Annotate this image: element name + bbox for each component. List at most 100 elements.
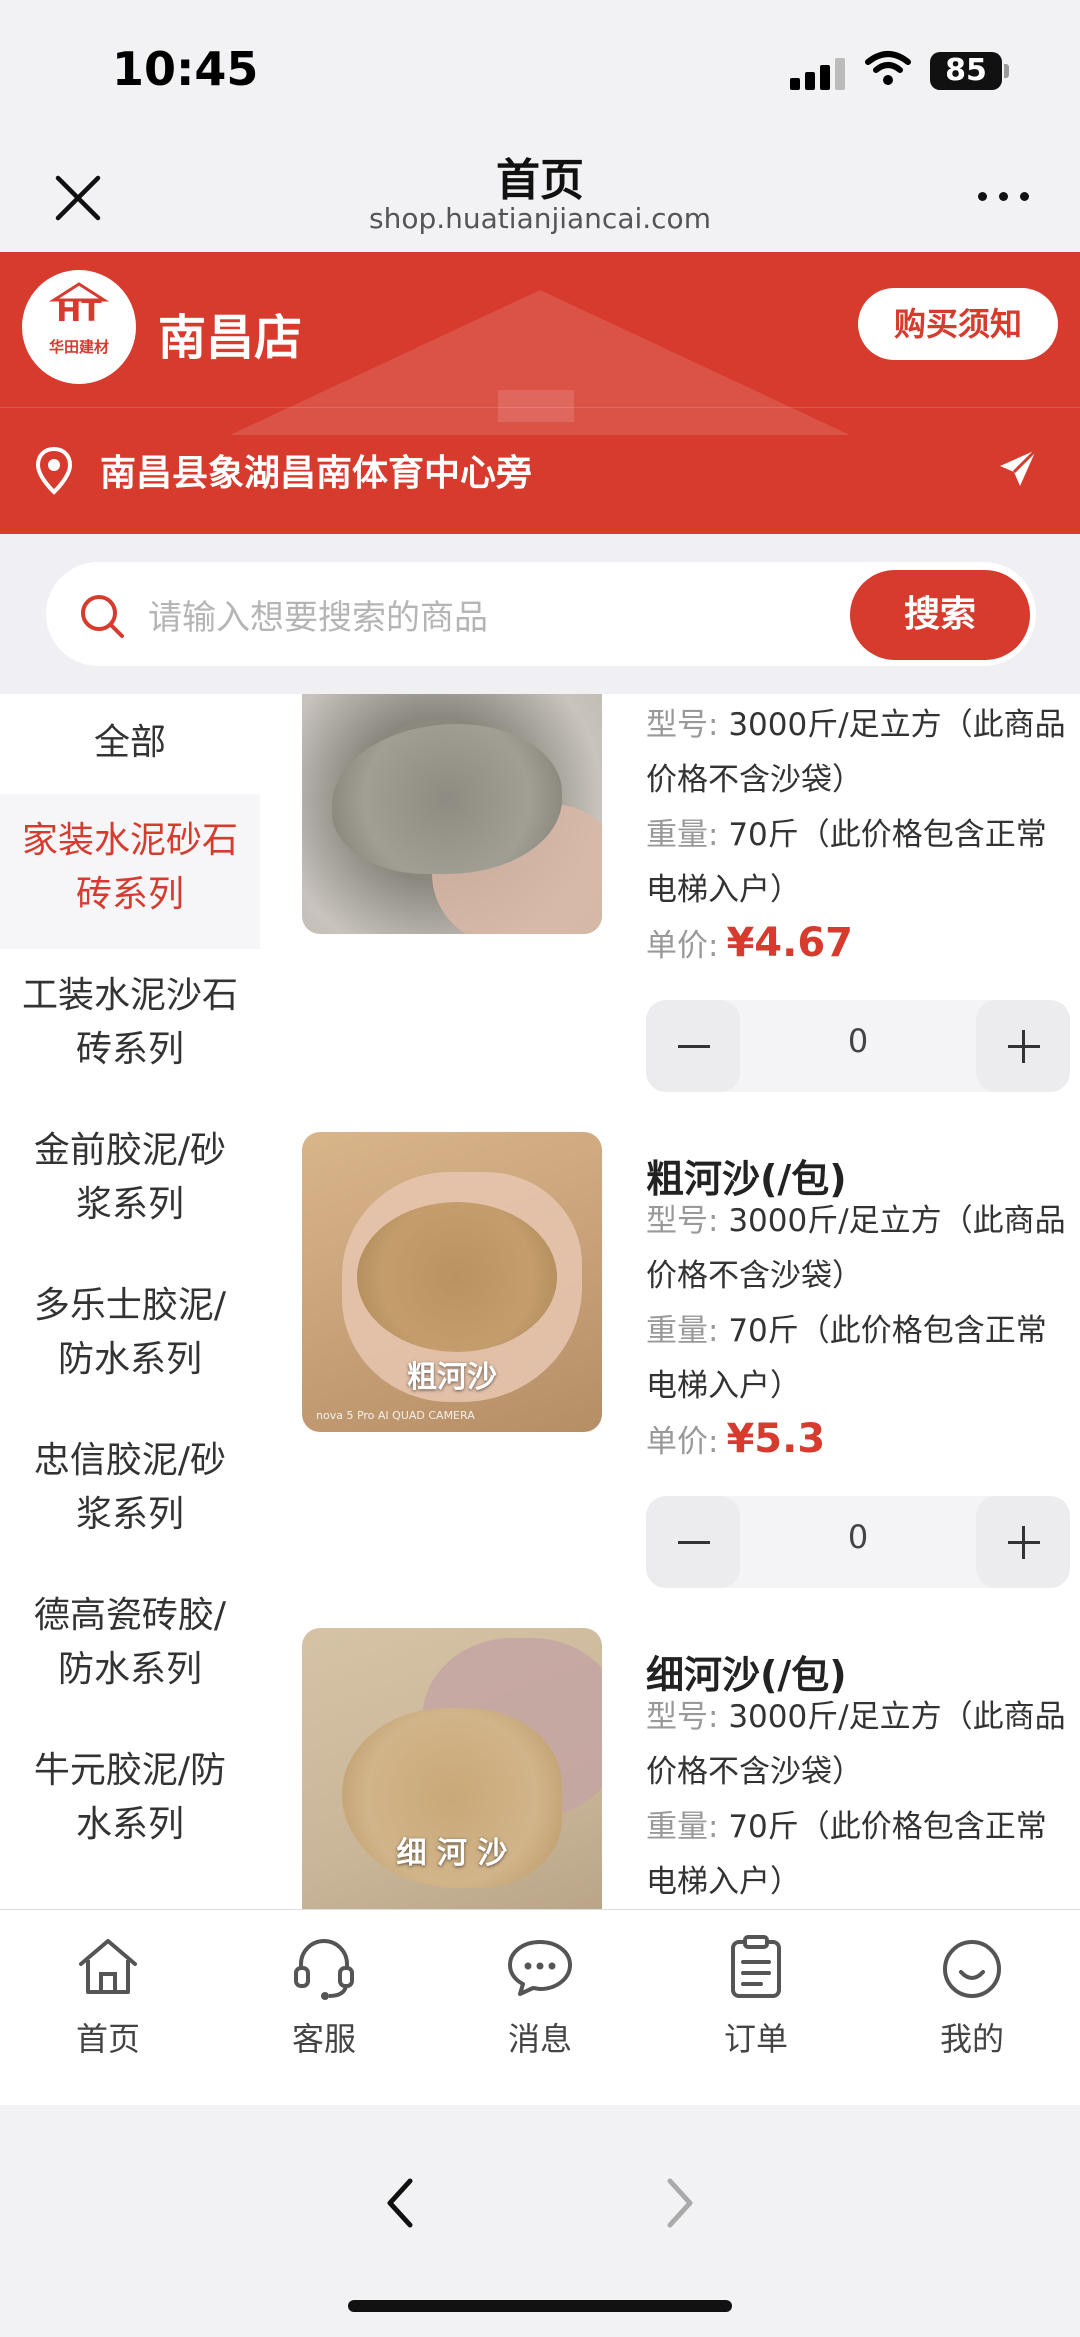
battery-icon: 85 (930, 52, 1002, 90)
increase-button[interactable] (976, 1496, 1070, 1588)
product-weight: 重量: 70斤（此价格包含正常电梯入户） (646, 808, 1066, 918)
home-indicator (348, 2300, 732, 2312)
tab-profile[interactable]: 我的 (892, 1932, 1052, 2060)
decrease-button[interactable] (646, 1000, 740, 1092)
home-icon (79, 1939, 137, 1994)
product-model: 型号: 3000斤/足立方（此商品价格不含沙袋） (646, 1194, 1066, 1304)
decrease-button[interactable] (646, 1496, 740, 1588)
product-image[interactable]: 粗河沙 nova 5 Pro AI QUAD CAMERA (302, 1132, 602, 1432)
status-time: 10:45 (112, 42, 259, 96)
product-price-row: 单价: ¥4.67 (646, 920, 853, 966)
model-key: 型号: (646, 1699, 719, 1735)
signal-icon (790, 56, 846, 90)
category-label: 金前胶泥/砂 (33, 1130, 227, 1171)
category-label: 水系列 (75, 1804, 184, 1845)
browser-nav-bar: 首页 shop.huatianjiancai.com (0, 140, 1080, 252)
category-item-niuyuan[interactable]: 牛元胶泥/防 水系列 (0, 1724, 260, 1879)
product-price-row: 单价: ¥5.3 (646, 1416, 825, 1462)
shop-header: HT 华田建材 南昌店 购买须知 南昌县象湖昌南体育中心旁 (0, 252, 1080, 534)
bottom-tab-bar: 首页 客服 消息 订单 我的 (0, 1909, 1080, 2105)
navigate-icon[interactable] (996, 446, 1040, 490)
more-options-icon[interactable] (974, 180, 1034, 210)
address-row[interactable]: 南昌县象湖昌南体育中心旁 (0, 407, 1080, 534)
category-label: 家装水泥砂石 (21, 820, 238, 861)
category-label: 浆系列 (75, 1494, 184, 1535)
headset-icon (294, 1939, 354, 2000)
category-label: 忠信胶泥/砂 (33, 1440, 227, 1481)
category-item-all[interactable]: 全部 (0, 694, 260, 794)
status-bar: 10:45 85 (0, 0, 1080, 140)
category-item-home-cement[interactable]: 家装水泥砂石 砖系列 (0, 794, 260, 949)
tab-label: 消息 (507, 2020, 572, 2058)
product-weight: 重量: 70斤（此价格包含正常电梯入户） (646, 1800, 1066, 1909)
location-pin-icon (35, 446, 73, 495)
search-icon (81, 595, 124, 638)
tab-messages[interactable]: 消息 (460, 1932, 620, 2060)
category-label: 多乐士胶泥/ (33, 1285, 227, 1326)
weight-key: 重量: (646, 817, 719, 853)
tab-home[interactable]: 首页 (28, 1932, 188, 2060)
search-input[interactable]: 请输入想要搜索的商品 (148, 590, 488, 639)
weight-key: 重量: (646, 1809, 719, 1845)
tab-customer-service[interactable]: 客服 (244, 1932, 404, 2060)
price-value: ¥5.3 (726, 1416, 826, 1462)
clipboard-icon (731, 1935, 781, 1998)
category-label: 砖系列 (75, 874, 184, 915)
image-caption: 粗河沙 (407, 1360, 497, 1395)
model-key: 型号: (646, 707, 719, 743)
price-value: ¥4.67 (726, 920, 853, 966)
main-content: 全部 家装水泥砂石 砖系列 工装水泥沙石 砖系列 金前胶泥/砂 浆系列 多乐士胶… (0, 694, 1080, 1909)
image-caption: 细 河 沙 (396, 1836, 508, 1871)
category-item-davco[interactable]: 德高瓷砖胶/ 防水系列 (0, 1569, 260, 1724)
forward-arrow-icon[interactable] (660, 2173, 700, 2233)
increase-button[interactable] (976, 1000, 1070, 1092)
tab-orders[interactable]: 订单 (676, 1932, 836, 2060)
product-image[interactable]: 细 河 沙 (302, 1628, 602, 1909)
category-label: 浆系列 (75, 1184, 184, 1225)
quantity-value[interactable]: 0 (740, 1518, 976, 1556)
category-label: 工装水泥沙石 (21, 975, 238, 1016)
product-image[interactable] (302, 694, 602, 934)
product-model: 型号: 3000斤/足立方（此商品价格不含沙袋） (646, 1690, 1066, 1800)
price-key: 单价: (646, 928, 719, 964)
category-label: 砖系列 (75, 1029, 184, 1070)
product-list: 型号: 3000斤/足立方（此商品价格不含沙袋） 重量: 70斤（此价格包含正常… (260, 694, 1080, 1909)
smile-icon (943, 1940, 1001, 1998)
shop-address: 南昌县象湖昌南体育中心旁 (100, 453, 533, 494)
back-arrow-icon[interactable] (380, 2173, 420, 2233)
category-label: 防水系列 (57, 1339, 202, 1380)
category-item-jinqian[interactable]: 金前胶泥/砂 浆系列 (0, 1104, 260, 1259)
category-sidebar: 全部 家装水泥砂石 砖系列 工装水泥沙石 砖系列 金前胶泥/砂 浆系列 多乐士胶… (0, 694, 260, 1909)
logo-text: HT (56, 294, 102, 329)
price-key: 单价: (646, 1424, 719, 1460)
purchase-notice-button[interactable]: 购买须知 (858, 288, 1058, 360)
tab-label: 首页 (75, 2020, 140, 2058)
page-url: shop.huatianjiancai.com (369, 202, 711, 235)
quantity-value[interactable]: 0 (740, 1022, 976, 1060)
message-icon (508, 1940, 572, 1996)
quantity-stepper: 0 (646, 1000, 1070, 1092)
tab-label: 我的 (939, 2020, 1004, 2058)
category-label: 德高瓷砖胶/ (33, 1595, 227, 1636)
model-key: 型号: (646, 1203, 719, 1239)
shop-name: 南昌店 (158, 310, 303, 366)
quantity-stepper: 0 (646, 1496, 1070, 1588)
tab-label: 订单 (723, 2020, 788, 2058)
category-item-dulux[interactable]: 多乐士胶泥/ 防水系列 (0, 1259, 260, 1414)
category-label: 牛元胶泥/防 (33, 1750, 227, 1791)
battery-cap (1004, 64, 1009, 78)
product-model: 型号: 3000斤/足立方（此商品价格不含沙袋） (646, 698, 1066, 808)
search-button[interactable]: 搜索 (850, 570, 1030, 660)
category-item-industrial-cement[interactable]: 工装水泥沙石 砖系列 (0, 949, 260, 1104)
tab-label: 客服 (291, 2020, 356, 2058)
product-weight: 重量: 70斤（此价格包含正常电梯入户） (646, 1304, 1066, 1414)
category-item-zhongxin[interactable]: 忠信胶泥/砂 浆系列 (0, 1414, 260, 1569)
image-watermark: nova 5 Pro AI QUAD CAMERA (316, 1409, 475, 1422)
category-label: 全部 (93, 722, 166, 763)
weight-key: 重量: (646, 1313, 719, 1349)
page-title: 首页 (496, 155, 584, 206)
category-label: 防水系列 (57, 1649, 202, 1690)
logo-subtext: 华田建材 (48, 338, 109, 356)
shop-logo: HT 华田建材 (22, 270, 136, 384)
wifi-icon (865, 51, 911, 85)
